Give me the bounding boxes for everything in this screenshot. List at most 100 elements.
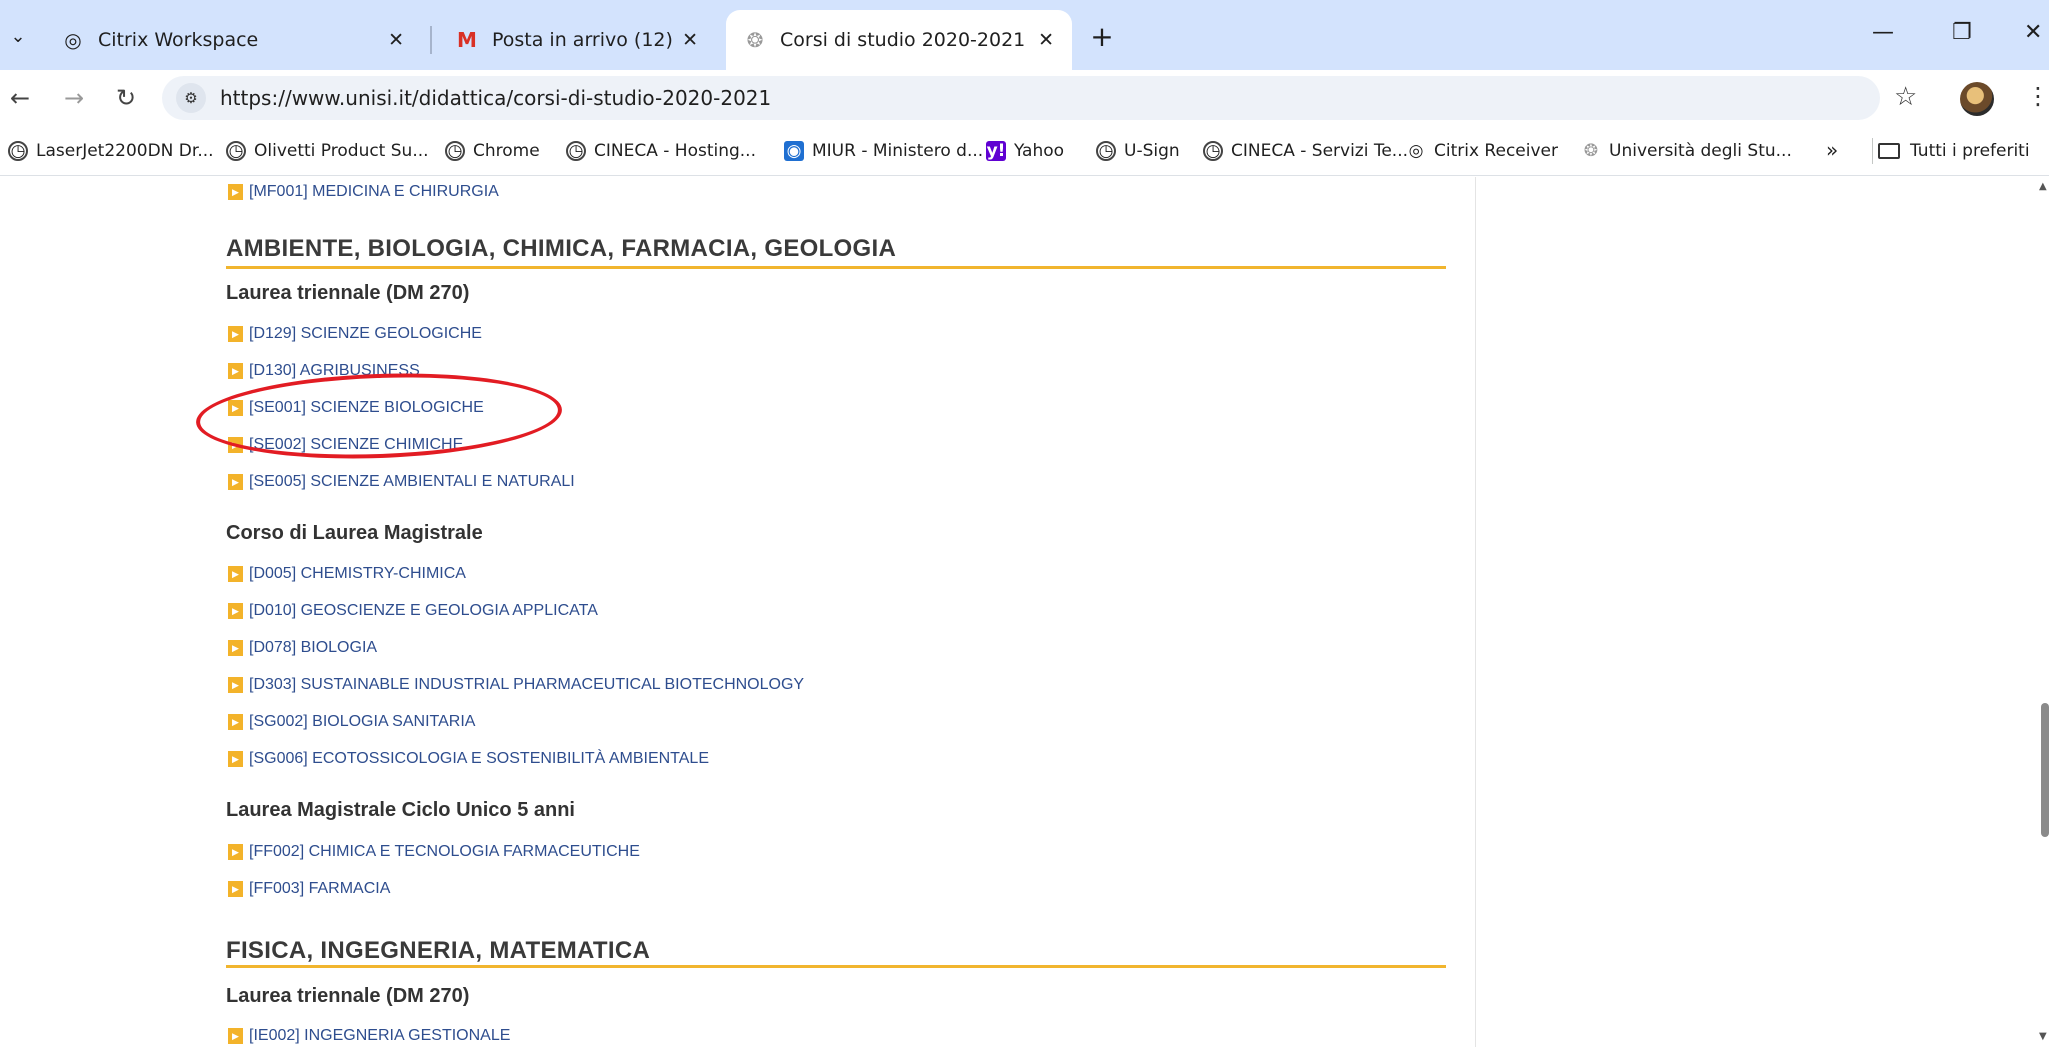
bookmark-label: Tutti i preferiti [1910, 141, 2030, 161]
tab-title: Corsi di studio 2020-2021 | Uni [780, 29, 1028, 51]
course-link[interactable]: ▶ [D129] SCIENZE GEOLOGICHE [228, 323, 482, 345]
bookmark-star-icon[interactable]: ☆ [1894, 82, 1917, 112]
bookmark-item[interactable]: ◷ CINECA - Hosting... [566, 138, 756, 164]
menu-kebab-icon[interactable]: ⋮ [2026, 82, 2049, 110]
new-tab-button[interactable]: + [1084, 18, 1120, 54]
course-link-label: [SG006] ECOTOSSICOLOGIA E SOSTENIBILITÀ … [249, 750, 709, 767]
bookmarks-separator [1872, 138, 1873, 164]
gmail-icon: M [457, 28, 477, 52]
course-link[interactable]: ▶ [MF001] MEDICINA E CHIRURGIA [228, 181, 499, 203]
globe-icon: ◷ [226, 141, 246, 161]
bookmark-item[interactable]: ◷ Chrome [445, 138, 540, 164]
bookmark-label: Olivetti Product Su... [254, 141, 429, 161]
globe-icon: ◷ [566, 141, 586, 161]
arrow-bullet-icon: ▶ [228, 714, 243, 730]
bookmark-item[interactable]: ◉ MIUR - Ministero d... [784, 138, 983, 164]
globe-icon: ◷ [1203, 141, 1223, 161]
bookmark-label: Yahoo [1014, 141, 1065, 161]
tab-citrix-workspace[interactable]: ◎ Citrix Workspace ✕ [44, 10, 422, 70]
minimize-icon[interactable]: — [1872, 20, 1894, 45]
page-content: ▶ [MF001] MEDICINA E CHIRURGIA AMBIENTE, … [0, 177, 2049, 1047]
bookmark-label: LaserJet2200DN Dr... [36, 141, 214, 161]
bookmark-item[interactable]: y! Yahoo [986, 138, 1064, 164]
globe-icon: ◷ [1096, 141, 1116, 161]
course-link[interactable]: ▶ [SG002] BIOLOGIA SANITARIA [228, 711, 475, 733]
course-link-label: [MF001] MEDICINA E CHIRURGIA [249, 183, 499, 200]
tab-gmail[interactable]: M Posta in arrivo (12) - manganel ✕ [438, 10, 716, 70]
scrollbar-thumb[interactable] [2041, 703, 2049, 837]
bookmarks-overflow-button[interactable]: » [1826, 138, 1838, 162]
arrow-bullet-icon: ▶ [228, 363, 243, 379]
course-link-label: [D129] SCIENZE GEOLOGICHE [249, 325, 482, 342]
course-link[interactable]: ▶ [IE002] INGEGNERIA GESTIONALE [228, 1025, 510, 1047]
citrix-icon: ◎ [64, 28, 82, 52]
tab-corsi-di-studio[interactable]: ❂ Corsi di studio 2020-2021 | Uni ✕ [726, 10, 1072, 70]
course-link[interactable]: ▶ [D078] BIOLOGIA [228, 637, 377, 659]
bookmark-label: MIUR - Ministero d... [812, 141, 984, 161]
site-info-icon[interactable]: ⚙ [176, 83, 206, 113]
scroll-up-arrow-icon[interactable]: ▲ [2039, 181, 2047, 192]
course-link-label: [D078] BIOLOGIA [249, 639, 378, 656]
bookmark-label: CINECA - Hosting... [594, 141, 756, 161]
group-title: Laurea Magistrale Ciclo Unico 5 anni [226, 799, 575, 821]
bookmark-item[interactable]: ◷ U-Sign [1096, 138, 1180, 164]
tab-close-icon[interactable]: ✕ [682, 29, 698, 51]
forward-arrow-icon[interactable]: → [56, 80, 92, 116]
course-link[interactable]: ▶ [D005] CHEMISTRY-CHIMICA [228, 563, 466, 585]
section-title: FISICA, INGEGNERIA, MATEMATICA [226, 937, 651, 964]
arrow-bullet-icon: ▶ [228, 184, 243, 200]
course-link[interactable]: ▶ [D303] SUSTAINABLE INDUSTRIAL PHARMACEU… [228, 674, 804, 696]
address-bar[interactable]: ⚙ https://www.unisi.it/didattica/corsi-d… [162, 76, 1880, 120]
tab-close-icon[interactable]: ✕ [1038, 29, 1054, 51]
arrow-bullet-icon: ▶ [228, 566, 243, 582]
tab-title: Posta in arrivo (12) - manganel [492, 29, 673, 51]
bookmark-label: Università degli Stu... [1609, 141, 1792, 161]
course-link-label: [SG002] BIOLOGIA SANITARIA [249, 713, 476, 730]
course-link[interactable]: ▶ [SG006] ECOTOSSICOLOGIA E SOSTENIBILITÀ… [228, 748, 709, 770]
arrow-bullet-icon: ▶ [228, 1028, 243, 1044]
profile-avatar[interactable] [1960, 82, 1994, 116]
back-arrow-icon[interactable]: ← [2, 80, 38, 116]
course-link[interactable]: ▶ [FF002] CHIMICA E TECNOLOGIA FARMACEUTI… [228, 841, 640, 863]
tab-close-icon[interactable]: ✕ [388, 29, 404, 51]
all-bookmarks-folder[interactable]: Tutti i preferiti [1878, 138, 2030, 164]
bookmarks-bar: ◷ LaserJet2200DN Dr... ◷ Olivetti Product … [0, 126, 2049, 176]
column-divider [1475, 177, 1476, 1047]
section-rule [226, 266, 1446, 269]
reload-icon[interactable]: ↻ [108, 80, 144, 116]
window-close-icon[interactable]: ✕ [2024, 20, 2042, 45]
tab-title: Citrix Workspace [98, 29, 259, 51]
course-link[interactable]: ▶ [FF003] FARMACIA [228, 878, 390, 900]
bookmark-item[interactable]: ◷ Olivetti Product Su... [226, 138, 429, 164]
section-rule [226, 965, 1446, 968]
arrow-bullet-icon: ▶ [228, 603, 243, 619]
restore-icon[interactable]: ❐ [1952, 20, 1972, 45]
bookmark-item[interactable]: ◎ Citrix Receiver [1406, 138, 1558, 164]
section-title: AMBIENTE, BIOLOGIA, CHIMICA, FARMACIA, G… [226, 235, 897, 262]
course-link-label: [FF003] FARMACIA [249, 880, 391, 897]
citrix-icon: ◎ [1408, 141, 1424, 161]
scroll-down-arrow-icon[interactable]: ▼ [2039, 1031, 2047, 1042]
course-link-label: [IE002] INGEGNERIA GESTIONALE [249, 1027, 511, 1044]
course-link[interactable]: ▶ [D010] GEOSCIENZE E GEOLOGIA APPLICATA [228, 600, 598, 622]
course-link[interactable]: ▶ [SE005] SCIENZE AMBIENTALI E NATURALI [228, 471, 575, 493]
university-seal-icon: ❂ [746, 28, 764, 52]
page-scrollbar[interactable] [2037, 177, 2049, 1047]
course-link-label: [D005] CHEMISTRY-CHIMICA [249, 565, 466, 582]
arrow-bullet-icon: ▶ [228, 326, 243, 342]
group-title: Laurea triennale (DM 270) [226, 282, 470, 304]
folder-icon [1878, 143, 1900, 159]
bookmark-item[interactable]: ❂ Università degli Stu... [1581, 138, 1792, 164]
arrow-bullet-icon: ▶ [228, 640, 243, 656]
tab-strip: ⌄ ◎ Citrix Workspace ✕ M Posta in arrivo… [0, 0, 2049, 70]
tab-search-chevron-icon[interactable]: ⌄ [4, 18, 32, 54]
bookmark-label: U-Sign [1124, 141, 1180, 161]
course-link-label: [SE005] SCIENZE AMBIENTALI E NATURALI [249, 473, 575, 490]
arrow-bullet-icon: ▶ [228, 844, 243, 860]
bookmark-item[interactable]: ◷ CINECA - Servizi Te... [1203, 138, 1408, 164]
bookmark-item[interactable]: ◷ LaserJet2200DN Dr... [8, 138, 214, 164]
globe-icon: ◷ [8, 141, 28, 161]
course-link-label: [D303] SUSTAINABLE INDUSTRIAL PHARMACEUT… [249, 676, 805, 693]
group-title: Laurea triennale (DM 270) [226, 985, 470, 1007]
arrow-bullet-icon: ▶ [228, 751, 243, 767]
